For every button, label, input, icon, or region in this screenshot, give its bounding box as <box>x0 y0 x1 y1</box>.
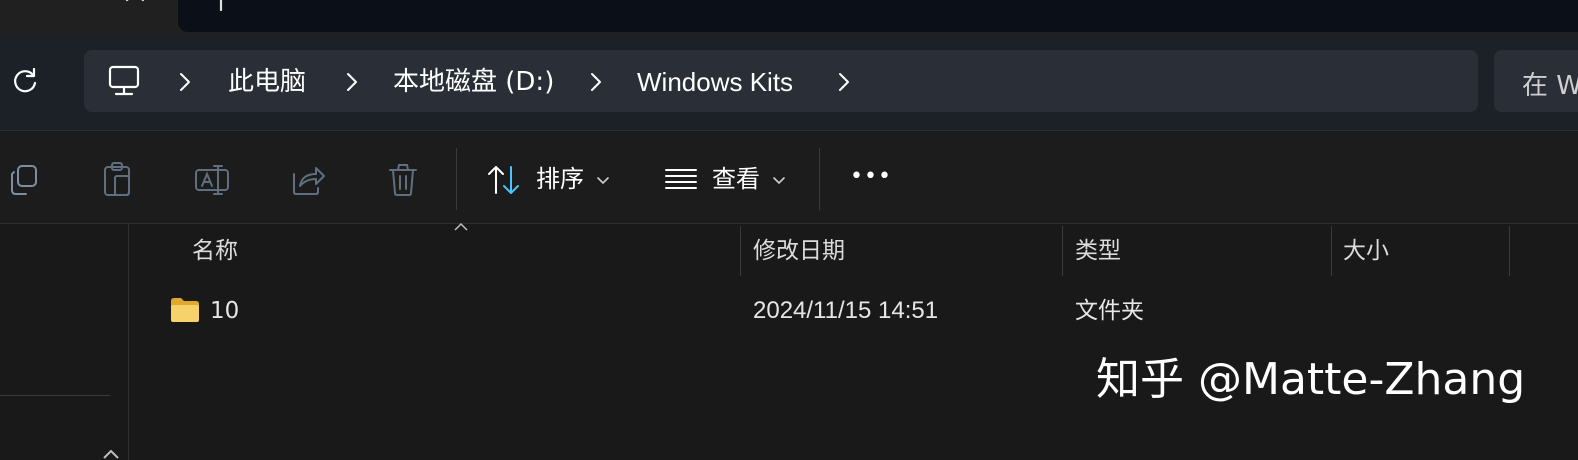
column-header-type[interactable]: 类型 <box>1075 236 1121 266</box>
column-header-name[interactable]: 名称 <box>192 236 238 266</box>
toolbar-divider <box>819 148 820 210</box>
trash-icon <box>389 164 417 196</box>
search-placeholder: 在 W <box>1522 71 1578 101</box>
view-list-icon <box>665 169 697 189</box>
chevron-right-icon[interactable] <box>344 72 360 92</box>
plus-icon <box>219 0 223 12</box>
share-button[interactable] <box>288 160 328 200</box>
column-header-size[interactable]: 大小 <box>1343 236 1389 266</box>
sort-button[interactable]: 排序 <box>486 160 610 200</box>
breadcrumb-windows-kits[interactable]: Windows Kits <box>637 66 793 98</box>
close-icon <box>125 0 145 2</box>
more-options-button[interactable]: ••• <box>846 164 892 196</box>
chevron-right-icon[interactable] <box>588 72 604 92</box>
chevron-down-icon <box>773 177 785 185</box>
share-icon <box>293 167 325 195</box>
paste-button[interactable] <box>98 160 138 200</box>
toolbar-divider <box>456 148 457 210</box>
breadcrumb-local-disk[interactable]: 本地磁盘 (D:) <box>393 66 554 98</box>
column-divider[interactable] <box>1062 226 1063 276</box>
file-modified: 2024/11/15 14:51 <box>753 297 939 324</box>
chevron-right-icon[interactable] <box>836 72 852 92</box>
watermark: 知乎 @Matte-Zhang <box>1096 354 1526 405</box>
column-divider[interactable] <box>1509 226 1510 276</box>
copy-button[interactable] <box>4 160 44 200</box>
file-type: 文件夹 <box>1075 298 1144 324</box>
breadcrumb-this-pc[interactable]: 此电脑 <box>228 66 306 98</box>
nav-pane-divider <box>0 395 110 396</box>
search-box[interactable]: 在 W <box>1494 50 1578 112</box>
file-name[interactable]: 10 <box>210 296 239 326</box>
folder-icon <box>170 297 200 323</box>
refresh-button[interactable] <box>6 62 44 100</box>
rename-button[interactable] <box>192 160 232 200</box>
close-tab-button[interactable] <box>118 0 152 16</box>
column-divider[interactable] <box>1331 226 1332 276</box>
column-divider[interactable] <box>740 226 741 276</box>
active-tab[interactable] <box>178 0 1578 32</box>
sort-ascending-icon <box>454 222 468 231</box>
view-button[interactable]: 查看 <box>664 160 788 200</box>
more-icon: ••• <box>850 164 892 189</box>
chevron-right-icon[interactable] <box>177 72 193 92</box>
chevron-down-icon <box>597 177 609 185</box>
rename-icon <box>195 165 229 195</box>
pc-icon[interactable] <box>106 64 142 100</box>
view-label: 查看 <box>712 165 760 193</box>
navigation-pane[interactable] <box>0 224 129 460</box>
delete-button[interactable] <box>383 160 423 200</box>
refresh-icon <box>14 67 37 93</box>
sort-label: 排序 <box>536 165 584 193</box>
paste-icon <box>104 162 130 196</box>
chevron-up-icon[interactable] <box>100 446 122 460</box>
copy-icon <box>11 165 37 195</box>
new-tab-button[interactable] <box>204 0 238 16</box>
sort-icon <box>488 166 519 194</box>
column-header-modified[interactable]: 修改日期 <box>753 236 845 266</box>
command-bar <box>0 131 1578 224</box>
